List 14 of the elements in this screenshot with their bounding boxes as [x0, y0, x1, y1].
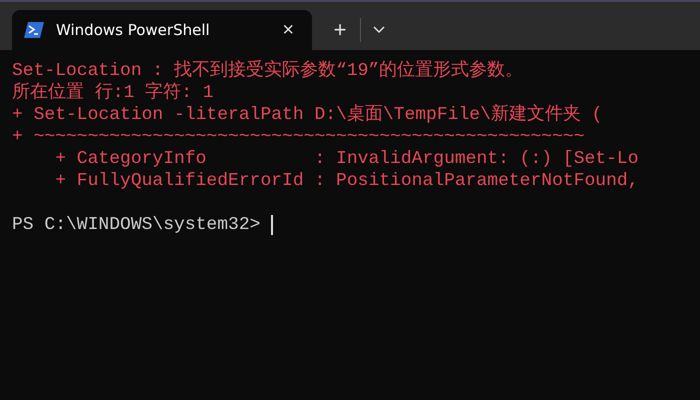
error-text: + CategoryInfo : InvalidArgument: (:) [Set-Lo	[54, 148, 639, 170]
powershell-icon	[24, 22, 44, 38]
tab[interactable]: Windows PowerShell ×	[12, 10, 312, 50]
prompt-text: PS C:\WINDOWS\system32>	[12, 214, 262, 236]
error-text: Set-Location : 找不到接受实际参数“19”的位置形式参数。	[12, 60, 524, 82]
new-tab-button[interactable]: +	[320, 10, 360, 50]
error-text: 所在位置 行:1 字符: 1	[12, 82, 214, 104]
chevron-down-icon	[373, 26, 385, 34]
error-text: + FullyQualifiedErrorId : PositionalParameterNotFound,	[54, 170, 639, 192]
text-cursor	[271, 215, 274, 235]
close-button[interactable]: ×	[278, 20, 298, 40]
error-text: + ~~~~~~~~~~~~~~~~~~~~~~~~~~~~~~~~~~~~~~~~~~~~~~~~~~~	[12, 126, 584, 148]
tab-title: Windows PowerShell	[56, 21, 211, 39]
error-text: + Set-Location -literalPath D:\桌面\TempFile\新建文件夹 (	[12, 104, 602, 126]
